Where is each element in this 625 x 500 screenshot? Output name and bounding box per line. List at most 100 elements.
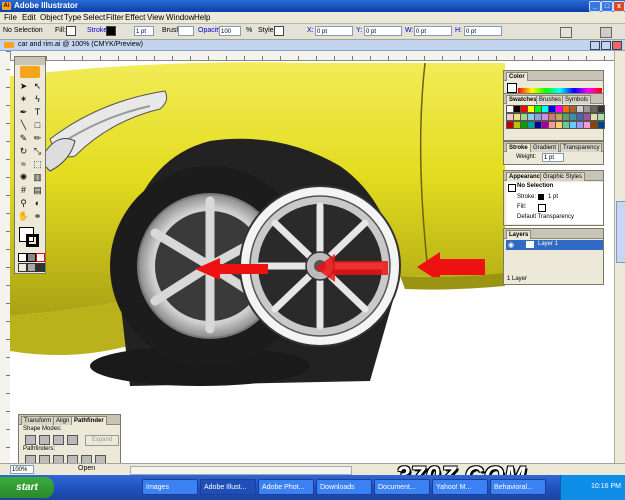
y-field[interactable]: 0 pt <box>364 26 402 36</box>
menu-edit[interactable]: Edit <box>22 13 36 22</box>
close-button[interactable]: x <box>613 1 625 12</box>
minus-front-icon[interactable] <box>39 435 50 445</box>
swatch[interactable] <box>597 113 605 121</box>
tab-transparency[interactable]: Transparency <box>560 143 603 152</box>
scrollbar-thumb[interactable] <box>616 201 625 263</box>
fill-swatch[interactable] <box>66 26 76 36</box>
layer-row[interactable]: ◉ Layer 1 <box>506 240 603 250</box>
magic-wand-tool-icon[interactable]: ✶ <box>17 93 30 105</box>
appearance-stroke-swatch[interactable] <box>538 194 544 200</box>
rectangle-tool-icon[interactable]: □ <box>31 119 44 131</box>
mesh-tool-icon[interactable]: # <box>17 184 30 196</box>
exclude-icon[interactable] <box>67 435 78 445</box>
menu-file[interactable]: File <box>4 13 17 22</box>
vertical-scrollbar[interactable] <box>614 51 625 463</box>
system-tray: 10:16 PM <box>560 475 625 500</box>
menu-select[interactable]: Select <box>83 13 105 22</box>
direct-selection-tool-icon[interactable]: ↖ <box>31 80 44 92</box>
align-icon[interactable] <box>560 27 572 38</box>
lasso-tool-icon[interactable]: ϟ <box>31 93 44 105</box>
gradient-mode-button[interactable] <box>27 253 36 262</box>
panel-menu-icon[interactable] <box>600 27 612 38</box>
task-downloads[interactable]: Downloads <box>316 479 372 495</box>
task-document[interactable]: Document... <box>374 479 430 495</box>
menu-object[interactable]: Object <box>40 13 63 22</box>
blend-tool-icon[interactable]: ◐ <box>31 197 44 209</box>
task-adobe-illustrator[interactable]: Adobe Illust... <box>200 479 256 495</box>
start-button[interactable]: start <box>0 477 54 498</box>
weight-field[interactable]: 1 pt <box>542 153 564 162</box>
x-field[interactable]: 0 pt <box>315 26 353 36</box>
free-transform-tool-icon[interactable]: ⬚ <box>31 158 44 170</box>
graph-tool-icon[interactable]: ▥ <box>31 171 44 183</box>
none-mode-button[interactable] <box>36 253 45 262</box>
doc-close-button[interactable] <box>612 41 622 50</box>
doc-minimize-button[interactable] <box>590 41 600 50</box>
tab-stroke[interactable]: Stroke <box>506 143 531 152</box>
stroke-panel: Stroke Gradient Transparency Weight: 1 p… <box>503 141 604 165</box>
pencil-tool-icon[interactable]: ✏ <box>31 132 44 144</box>
task-behavioral[interactable]: Behavioral... <box>490 479 546 495</box>
expand-button[interactable]: Expand <box>85 435 119 446</box>
minimize-button[interactable]: _ <box>589 1 601 12</box>
color-fill-box[interactable] <box>507 83 517 93</box>
task-yahoo-mail[interactable]: Yahoo! M... <box>432 479 488 495</box>
pen-tool-icon[interactable]: ✒ <box>17 106 30 118</box>
unite-icon[interactable] <box>25 435 36 445</box>
swatch[interactable] <box>597 105 605 113</box>
tab-graphic-styles[interactable]: Graphic Styles <box>540 172 586 181</box>
h-field[interactable]: 0 pt <box>464 26 502 36</box>
tab-pathfinder[interactable]: Pathfinder <box>71 416 107 425</box>
symbol-sprayer-tool-icon[interactable]: ✺ <box>17 171 30 183</box>
w-field[interactable]: 0 pt <box>414 26 452 36</box>
menu-type[interactable]: Type <box>64 13 81 22</box>
intersect-icon[interactable] <box>53 435 64 445</box>
horizontal-scrollbar[interactable] <box>130 466 352 475</box>
zoom-field[interactable]: 100% <box>10 465 34 474</box>
screen-mode-1-button[interactable] <box>18 263 27 272</box>
maximize-button[interactable]: □ <box>601 1 613 12</box>
zoom-tool-icon[interactable]: ⚭ <box>31 210 44 222</box>
doc-maximize-button[interactable] <box>601 41 611 50</box>
task-images[interactable]: Images <box>142 479 198 495</box>
opacity-field[interactable]: 100 <box>219 26 241 36</box>
swatch[interactable] <box>597 121 605 129</box>
line-tool-icon[interactable]: ╲ <box>17 119 30 131</box>
stroke-swatch[interactable] <box>106 26 116 36</box>
illustrator-app-icon: Ai <box>2 2 11 10</box>
appearance-fill-swatch[interactable] <box>538 204 546 212</box>
tab-color[interactable]: Color <box>506 72 528 81</box>
tab-align[interactable]: Align <box>53 416 73 425</box>
scale-tool-icon[interactable]: ⤡ <box>31 145 44 157</box>
menu-window[interactable]: Window <box>166 13 194 22</box>
menu-help[interactable]: Help <box>194 13 210 22</box>
stroke-color-box[interactable] <box>26 234 39 247</box>
paintbrush-tool-icon[interactable]: ✎ <box>17 132 30 144</box>
screen-mode-3-button[interactable] <box>36 263 45 272</box>
menu-effect[interactable]: Effect <box>125 13 145 22</box>
style-swatch[interactable] <box>274 26 284 36</box>
gradient-tool-icon[interactable]: ▤ <box>31 184 44 196</box>
layers-panel: Layers ◉ Layer 1 1 Layer <box>503 228 604 285</box>
screen-mode-2-button[interactable] <box>27 263 36 272</box>
task-adobe-photoshop[interactable]: Adobe Phot... <box>258 479 314 495</box>
eye-icon[interactable]: ◉ <box>508 241 514 249</box>
menu-view[interactable]: View <box>147 13 164 22</box>
selection-tool-icon[interactable]: ➤ <box>17 80 30 92</box>
hand-tool-icon[interactable]: ✋ <box>17 210 30 222</box>
stroke-weight-field[interactable]: 1 pt <box>134 26 154 36</box>
color-mode-button[interactable] <box>18 253 27 262</box>
warp-tool-icon[interactable]: ≈ <box>17 158 30 170</box>
tab-gradient[interactable]: Gradient <box>530 143 560 152</box>
tab-layers[interactable]: Layers <box>506 230 532 239</box>
rotate-tool-icon[interactable]: ↻ <box>17 145 30 157</box>
tab-brushes[interactable]: Brushes <box>536 95 565 104</box>
type-tool-icon[interactable]: T <box>31 106 44 118</box>
menu-filter[interactable]: Filter <box>106 13 124 22</box>
brush-dropdown[interactable] <box>178 26 194 36</box>
tab-transform[interactable]: Transform <box>21 416 55 425</box>
eyedropper-tool-icon[interactable]: ⚲ <box>17 197 30 209</box>
tab-swatches[interactable]: Swatches <box>506 95 540 104</box>
tab-symbols[interactable]: Symbols <box>562 95 592 104</box>
layer-name[interactable]: Layer 1 <box>538 241 558 247</box>
